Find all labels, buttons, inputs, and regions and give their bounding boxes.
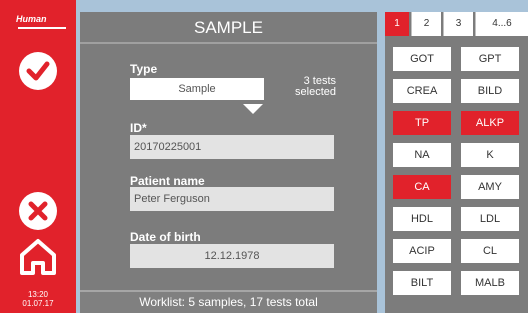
confirm-button[interactable] — [19, 52, 57, 90]
test-button-amy[interactable]: AMY — [461, 175, 519, 199]
tests-selected-info: 3 tests selected — [286, 76, 336, 98]
patient-name-field[interactable]: Peter Ferguson — [130, 187, 334, 211]
patient-name-label: Patient name — [130, 174, 205, 188]
test-button-malb[interactable]: MALB — [461, 271, 519, 295]
clock: 13:20 01.07.17 — [0, 290, 76, 308]
id-field[interactable]: 20170225001 — [130, 135, 334, 159]
test-button-bilt[interactable]: BILT — [393, 271, 451, 295]
home-icon — [20, 239, 56, 275]
check-icon — [26, 61, 50, 81]
test-button-na[interactable]: NA — [393, 143, 451, 167]
test-button-acip[interactable]: ACIP — [393, 239, 451, 263]
test-button-k[interactable]: K — [461, 143, 519, 167]
dob-label: Date of birth — [130, 230, 201, 244]
chevron-down-icon[interactable] — [243, 104, 263, 114]
dob-field[interactable]: 12.12.1978 — [130, 244, 334, 268]
tab-4[interactable]: 4...6 — [475, 12, 528, 36]
page-title: SAMPLE — [80, 12, 377, 44]
tests-selected-caption: selected — [295, 86, 336, 98]
sample-form: SAMPLE Type Sample 3 tests selected ID* … — [80, 12, 377, 313]
id-label: ID* — [130, 121, 147, 135]
date-text: 01.07.17 — [22, 299, 54, 308]
time-text: 13:20 — [27, 290, 49, 299]
test-button-bild[interactable]: BILD — [461, 79, 519, 103]
test-button-ldl[interactable]: LDL — [461, 207, 519, 231]
test-button-cl[interactable]: CL — [461, 239, 519, 263]
test-button-got[interactable]: GOT — [393, 47, 451, 71]
type-select[interactable]: Sample — [130, 78, 264, 100]
home-button[interactable] — [17, 237, 59, 277]
type-label: Type — [130, 62, 158, 76]
cancel-button[interactable] — [19, 192, 57, 230]
logo-underline — [18, 27, 66, 29]
close-icon — [28, 201, 48, 221]
tab-3[interactable]: 3 — [443, 12, 473, 36]
test-button-crea[interactable]: CREA — [393, 79, 451, 103]
test-panel: 1 2 3 4...6 GOT GPT CREA BILD TP ALKP NA K CA AMY HDL… — [385, 12, 528, 313]
worklist-summary[interactable]: Worklist: 5 samples, 17 tests total — [80, 290, 377, 313]
test-button-alkp[interactable]: ALKP — [461, 111, 519, 135]
tab-1[interactable]: 1 — [385, 12, 409, 36]
tab-2[interactable]: 2 — [411, 12, 441, 36]
sidebar: Human 13:20 01.07.17 — [0, 0, 76, 313]
test-button-tp[interactable]: TP — [393, 111, 451, 135]
test-button-ca[interactable]: CA — [393, 175, 451, 199]
brand-logo: Human — [16, 14, 47, 24]
test-button-gpt[interactable]: GPT — [461, 47, 519, 71]
test-button-hdl[interactable]: HDL — [393, 207, 451, 231]
